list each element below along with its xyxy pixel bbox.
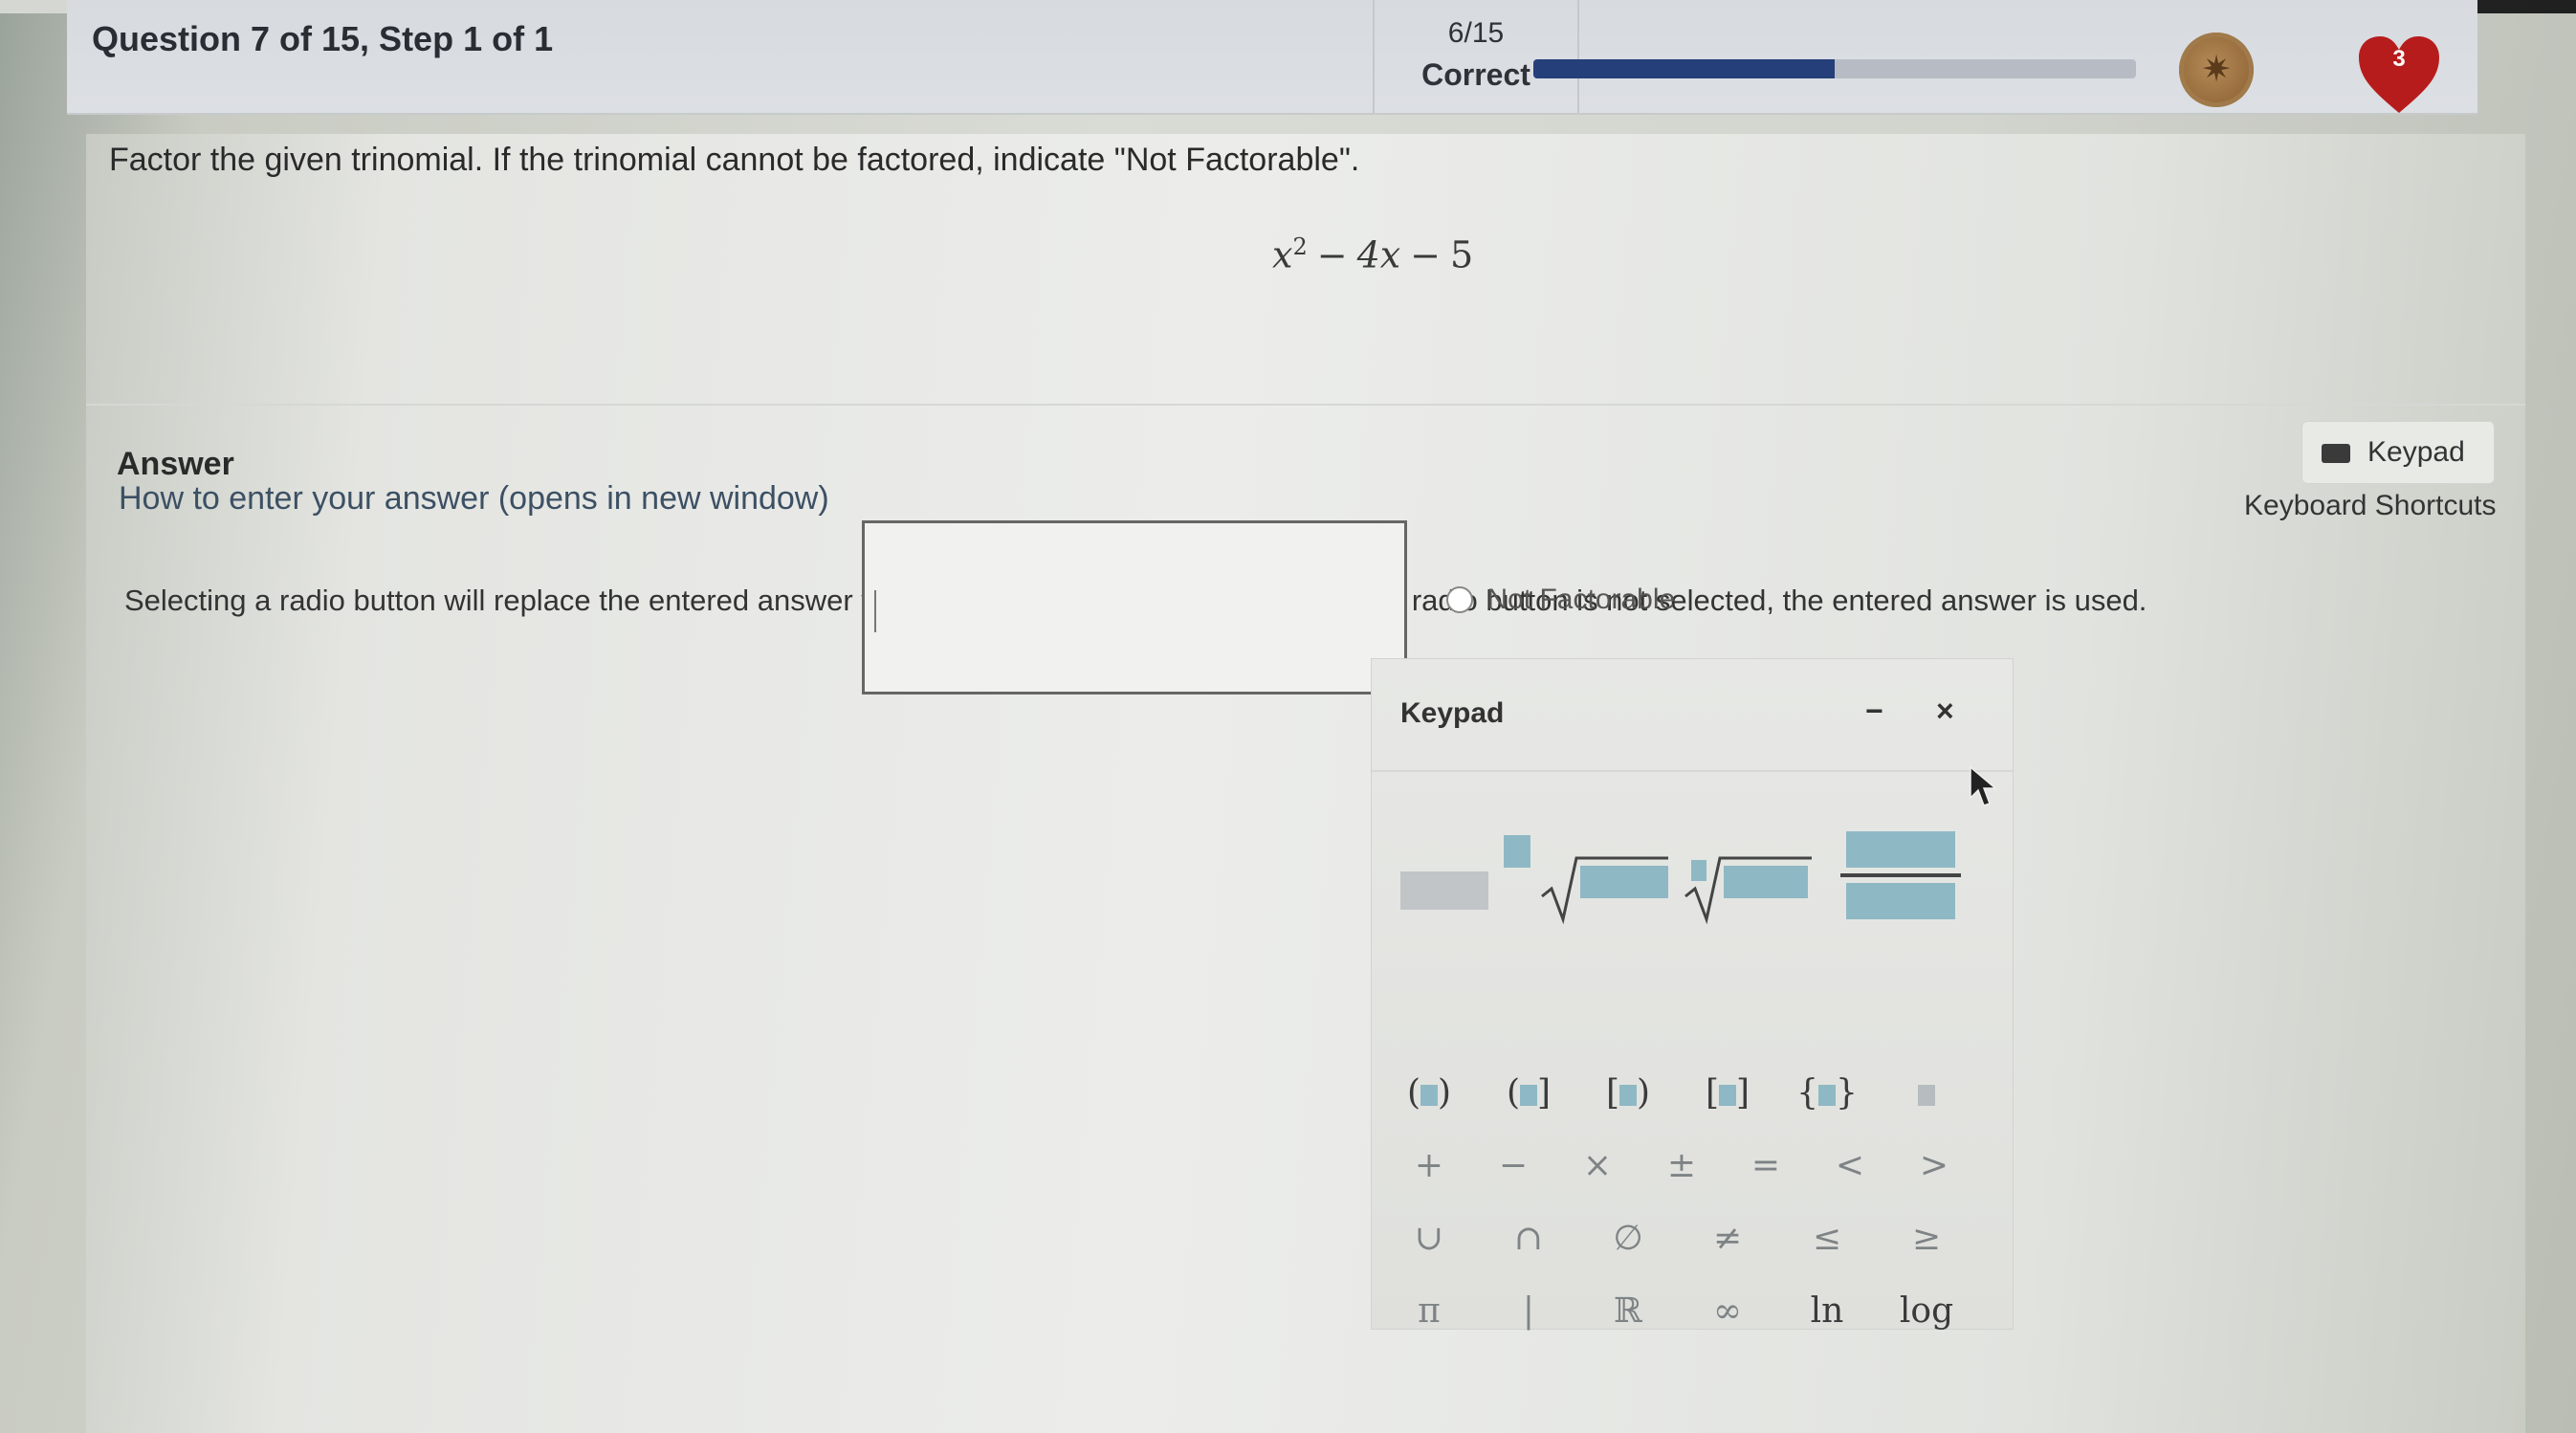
expr-var: x — [1272, 233, 1293, 276]
key-plus[interactable]: + — [1391, 1135, 1467, 1197]
key-less-than[interactable]: < — [1812, 1135, 1888, 1197]
keypad-header: Keypad − × — [1372, 659, 2013, 772]
key-reals[interactable]: ℝ — [1590, 1281, 1666, 1342]
fraction-bar — [1840, 873, 1961, 877]
keyboard-icon — [2322, 444, 2350, 464]
keypad-minimize-button[interactable]: − — [1865, 694, 1883, 729]
question-area: Factor the given trinomial. If the trino… — [86, 134, 2525, 406]
key-abs-bar[interactable]: | — [1490, 1281, 1567, 1342]
howto-link[interactable]: How to enter your answer (opens in new w… — [119, 480, 829, 518]
score-fraction: 6/15 — [1447, 17, 1505, 49]
nth-root-icon — [1684, 856, 1812, 925]
key-ln[interactable]: ln — [1789, 1281, 1865, 1342]
keyboard-shortcuts-link[interactable]: Keyboard Shortcuts — [2244, 490, 2496, 522]
key-infinity[interactable]: ∞ — [1689, 1281, 1766, 1342]
key-log[interactable]: log — [1888, 1281, 1965, 1342]
denominator-slot — [1846, 883, 1955, 919]
base-slot — [1400, 871, 1488, 910]
trinomial-expression: x2−4x −5 — [1272, 233, 1473, 276]
exponent-slot — [1504, 835, 1530, 868]
keypad-constants-row: π | ℝ ∞ ln log — [1391, 1281, 1984, 1342]
hearts-count: 3 — [2392, 46, 2406, 72]
question-title: Question 7 of 15, Step 1 of 1 — [92, 19, 554, 58]
key-times[interactable]: × — [1559, 1135, 1636, 1197]
key-less-equal[interactable]: ≤ — [1789, 1208, 1865, 1269]
score-box: 6/15 Correct — [1373, 0, 1579, 113]
not-factorable-option[interactable]: Not Factorable — [1446, 584, 1675, 626]
expr-constant: 5 — [1450, 233, 1474, 276]
key-greater-equal[interactable]: ≥ — [1888, 1208, 1965, 1269]
numerator-slot — [1846, 831, 1955, 868]
key-intersection[interactable]: ∩ — [1490, 1208, 1567, 1269]
expr-minus-1: − — [1316, 233, 1348, 276]
key-equals[interactable]: = — [1728, 1135, 1804, 1197]
key-plus-minus[interactable]: ± — [1643, 1135, 1720, 1197]
fraction-template-button[interactable] — [1831, 822, 1965, 927]
sqrt-icon — [1541, 856, 1668, 925]
sqrt-template-button[interactable] — [1534, 822, 1678, 927]
expr-exponent: 2 — [1292, 233, 1308, 260]
keypad-panel: Keypad − × () (] [) [] {} + − × ± = <… — [1371, 658, 2014, 1331]
nth-root-template-button[interactable] — [1678, 822, 1821, 927]
paren-open-open-button[interactable]: () — [1391, 1063, 1467, 1124]
exponent-template-button[interactable] — [1400, 822, 1534, 927]
question-prompt: Factor the given trinomial. If the trino… — [109, 142, 1360, 178]
keypad-title: Keypad — [1400, 697, 1505, 729]
keypad-close-button[interactable]: × — [1936, 694, 1954, 729]
answer-heading: Answer — [117, 446, 234, 482]
keypad-toggle-button[interactable]: Keypad — [2301, 421, 2495, 484]
answer-input[interactable] — [862, 520, 1407, 694]
question-card: Factor the given trinomial. If the trino… — [86, 134, 2525, 1433]
bracket-open-paren-close-button[interactable]: [) — [1590, 1063, 1666, 1124]
mouse-cursor-icon — [1970, 765, 1997, 806]
header-bar: Question 7 of 15, Step 1 of 1 6/15 Corre… — [67, 0, 2477, 115]
key-greater-than[interactable]: > — [1896, 1135, 1972, 1197]
absolute-template-button[interactable] — [1888, 1063, 1965, 1124]
not-factorable-label: Not Factorable — [1486, 584, 1676, 615]
not-factorable-radio[interactable] — [1446, 586, 1473, 613]
key-minus[interactable]: − — [1475, 1135, 1552, 1197]
keypad-templates-row — [1391, 822, 2003, 937]
keypad-grouping-row: () (] [) [] {} — [1391, 1063, 1984, 1124]
progress-fill — [1533, 59, 1835, 78]
progress-bar — [1533, 59, 2136, 78]
braces-button[interactable]: {} — [1789, 1063, 1865, 1124]
key-not-equal[interactable]: ≠ — [1689, 1208, 1766, 1269]
text-caret — [874, 590, 876, 632]
bracket-open-bracket-close-button[interactable]: [] — [1689, 1063, 1766, 1124]
paren-open-bracket-close-button[interactable]: (] — [1490, 1063, 1567, 1124]
keypad-sets-row: ∪ ∩ ∅ ≠ ≤ ≥ — [1391, 1208, 1984, 1269]
expr-minus-2: − — [1410, 233, 1442, 276]
heart-shape-icon — [2359, 36, 2439, 113]
keypad-toggle-label: Keypad — [2367, 436, 2465, 468]
heart-icon[interactable]: 3 — [2355, 33, 2443, 115]
expr-term2: 4x — [1356, 233, 1401, 276]
key-pi[interactable]: π — [1391, 1281, 1467, 1342]
key-union[interactable]: ∪ — [1391, 1208, 1467, 1269]
coin-icon[interactable]: ✷ — [2179, 33, 2254, 107]
keypad-operators-row: + − × ± = < > — [1391, 1135, 1984, 1197]
key-empty-set[interactable]: ∅ — [1590, 1208, 1666, 1269]
